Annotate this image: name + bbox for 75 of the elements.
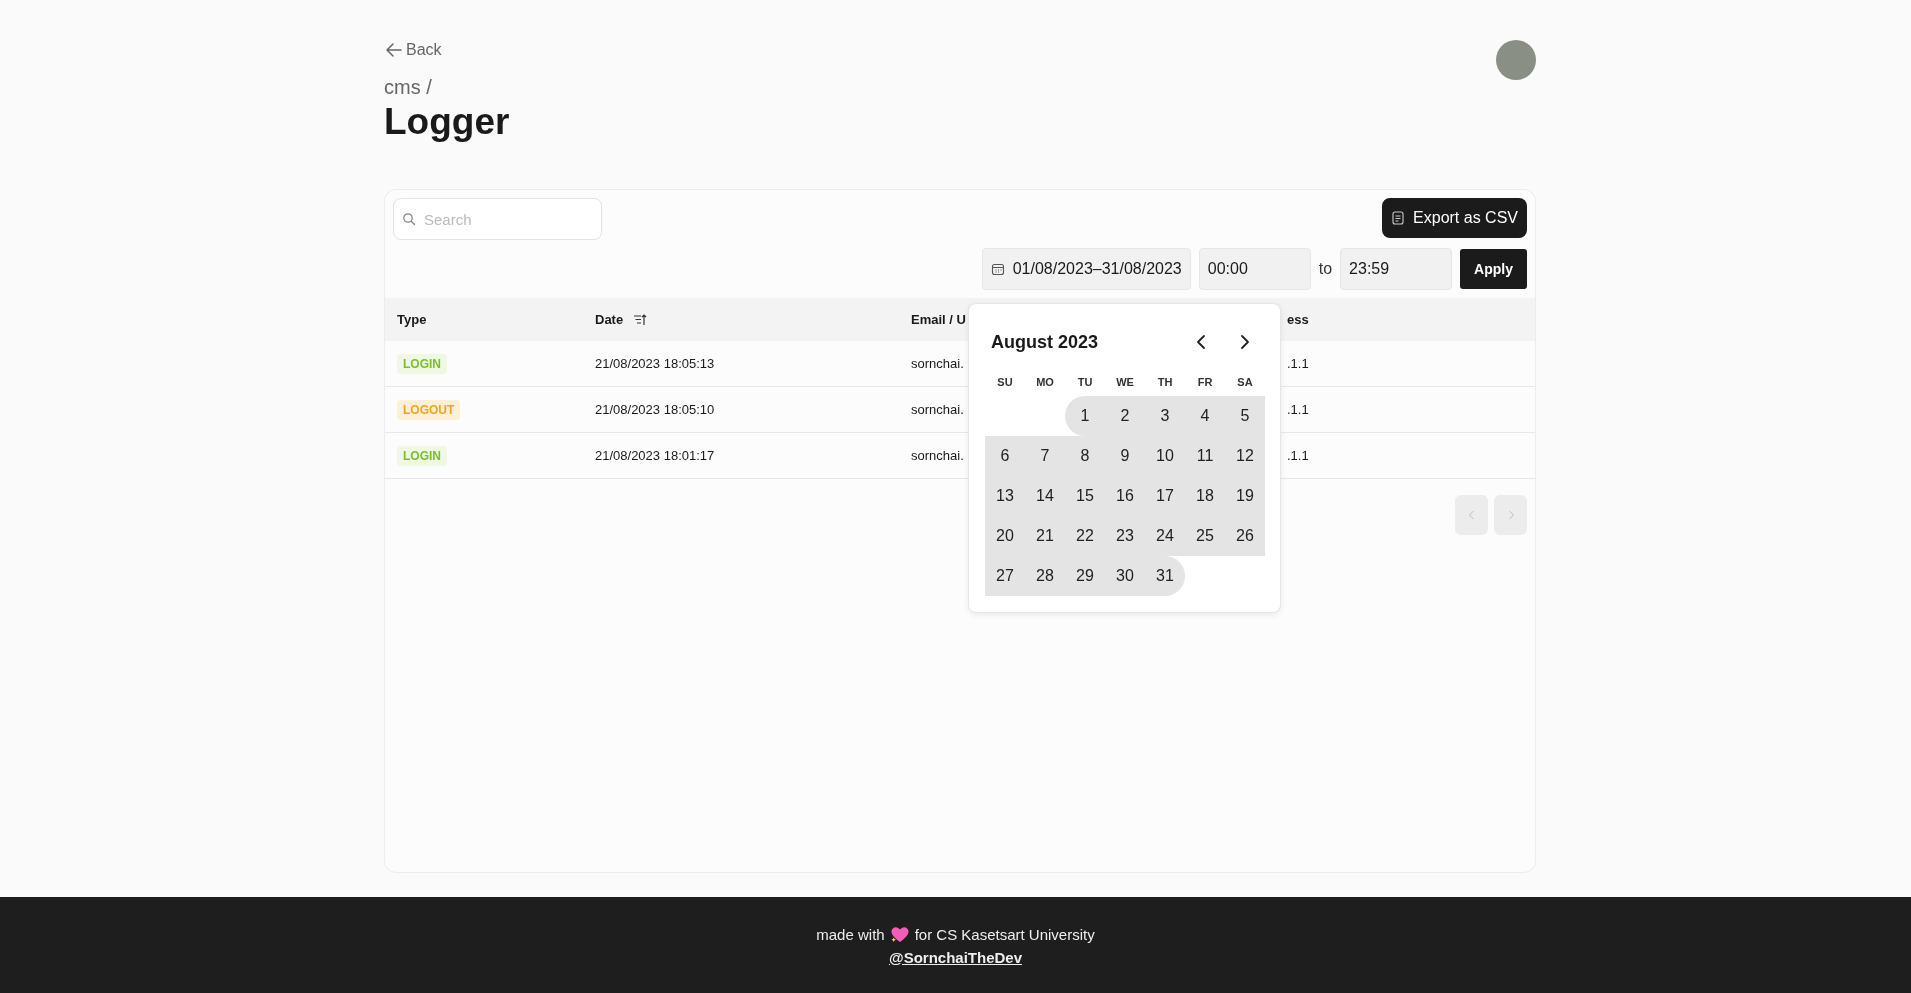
date-cell-text: 21/08/2023 18:05:13 — [594, 356, 716, 371]
date-range-field[interactable]: 01/08/2023–31/08/2023 — [981, 248, 1191, 290]
apply-button[interactable]: Apply — [1460, 249, 1527, 289]
column-header: ess — [1286, 312, 1310, 327]
ip-cell-text: .1.1 — [1286, 448, 1310, 463]
footer-text: for CS Kasetsart University — [914, 926, 1095, 943]
email-cell: sornchai. — [911, 402, 964, 417]
sort-icon[interactable] — [633, 312, 648, 327]
type-badge: LOGIN — [397, 353, 447, 374]
calendar-day[interactable]: 22 — [1065, 516, 1105, 556]
email-cell: sornchai. — [911, 448, 964, 463]
type-badge: LOGOUT — [397, 399, 461, 420]
calendar-day[interactable]: 8 — [1065, 436, 1105, 476]
calendar-day[interactable]: 26 — [1225, 516, 1265, 556]
page-title: Logger — [384, 101, 510, 143]
range-separator: to — [1318, 260, 1333, 278]
calendar-day[interactable]: 10 — [1145, 436, 1185, 476]
calendar-day[interactable]: 7 — [1025, 436, 1065, 476]
calendar-day[interactable]: 4 — [1185, 396, 1225, 436]
weekday-label: MO — [1035, 376, 1055, 388]
column-header: Email / U — [910, 312, 967, 327]
column-header[interactable]: Date — [583, 312, 899, 327]
footer-text: made with — [816, 926, 885, 943]
search-field[interactable]: Search — [393, 198, 602, 240]
avatar[interactable] — [1496, 40, 1536, 80]
calendar-day[interactable]: 29 — [1065, 556, 1105, 596]
heart-icon — [889, 924, 910, 945]
export-csv-button[interactable]: Export as CSV — [1382, 198, 1527, 238]
email-cell: sornchai. — [911, 356, 964, 371]
calendar-day[interactable]: 31 — [1145, 556, 1185, 596]
back-link[interactable]: Back — [384, 40, 442, 60]
calendar-day[interactable]: 18 — [1185, 476, 1225, 516]
calendar-day[interactable]: 30 — [1105, 556, 1145, 596]
calendar-day[interactable]: 23 — [1105, 516, 1145, 556]
column-header: Type — [396, 312, 428, 327]
calendar-day[interactable]: 21 — [1025, 516, 1065, 556]
calendar-day[interactable]: 12 — [1225, 436, 1265, 476]
document-icon — [1391, 211, 1406, 225]
calendar-day[interactable]: 19 — [1225, 476, 1265, 516]
calendar-day[interactable]: 28 — [1025, 556, 1065, 596]
ip-cell-text: .1.1 — [1286, 356, 1310, 371]
calendar-day[interactable]: 2 — [1105, 396, 1145, 436]
weekday-label: SA — [1236, 376, 1254, 388]
search-icon — [402, 212, 416, 226]
date-cell-text: 21/08/2023 18:01:17 — [594, 448, 716, 463]
calendar-day[interactable]: 24 — [1145, 516, 1185, 556]
calendar-day[interactable]: 17 — [1145, 476, 1185, 516]
calendar-day[interactable]: 15 — [1065, 476, 1105, 516]
back-arrow-icon — [384, 40, 404, 60]
weekday-label: WE — [1115, 376, 1135, 388]
calendar-day[interactable]: 11 — [1185, 436, 1225, 476]
calendar-day[interactable]: 5 — [1225, 396, 1265, 436]
weekday-label: FR — [1196, 376, 1214, 388]
calendar-day[interactable]: 25 — [1185, 516, 1225, 556]
calendar-day[interactable]: 9 — [1105, 436, 1145, 476]
weekday-label: TH — [1156, 376, 1174, 388]
ip-cell-text: .1.1 — [1286, 402, 1310, 417]
start-time-field[interactable]: 00:00 — [1198, 248, 1311, 290]
calendar-day[interactable]: 13 — [985, 476, 1025, 516]
end-time-field[interactable]: 23:59 — [1340, 248, 1453, 290]
calendar-day[interactable]: 6 — [985, 436, 1025, 476]
breadcrumb: cms / — [384, 76, 432, 99]
calendar-day[interactable]: 1 — [1065, 396, 1105, 436]
calendar-day[interactable]: 3 — [1145, 396, 1185, 436]
calendar-day[interactable]: 16 — [1105, 476, 1145, 516]
weekday-label: SU — [996, 376, 1014, 388]
date-cell-text: 21/08/2023 18:05:10 — [594, 402, 716, 417]
calendar-day[interactable]: 27 — [985, 556, 1025, 596]
author-link[interactable]: @SornchaiTheDev — [889, 948, 1022, 966]
calendar-month: August 2023 — [991, 331, 1099, 353]
type-badge: LOGIN — [397, 445, 447, 466]
calendar-day[interactable]: 20 — [985, 516, 1025, 556]
weekday-label: TU — [1076, 376, 1094, 388]
calendar-day[interactable]: 14 — [1025, 476, 1065, 516]
calendar-icon — [990, 262, 1005, 276]
